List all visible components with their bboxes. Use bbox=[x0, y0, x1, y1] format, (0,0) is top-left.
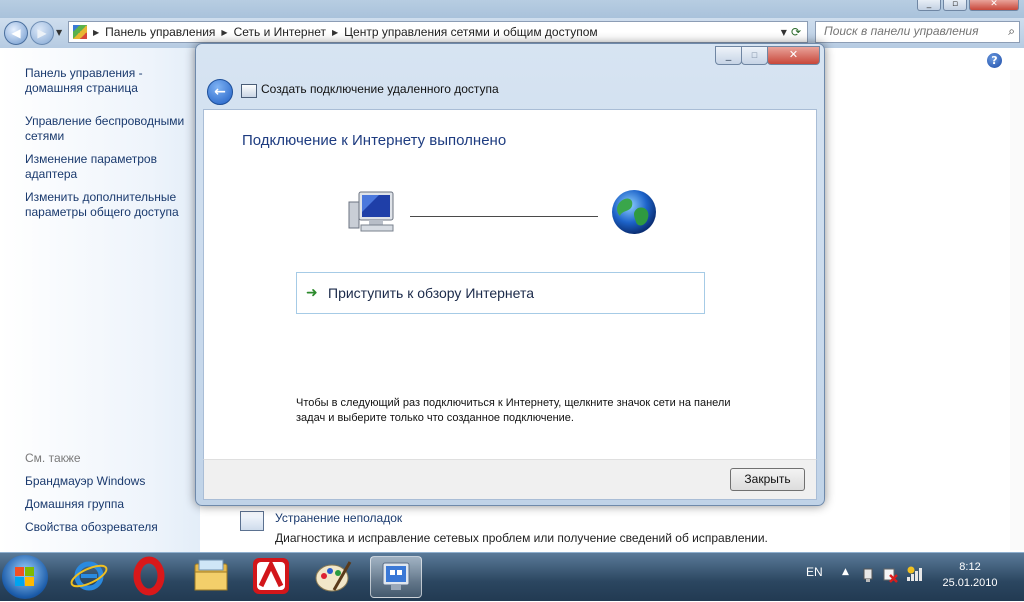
safely-remove-hardware-icon[interactable] bbox=[860, 567, 876, 583]
refresh-icon[interactable]: ⟳ bbox=[791, 25, 801, 39]
globe-icon bbox=[612, 190, 656, 234]
taskbar-explorer[interactable] bbox=[186, 556, 236, 596]
chevron-right-icon[interactable]: ▶ bbox=[93, 28, 99, 37]
close-window-button[interactable]: ✕ bbox=[969, 0, 1019, 11]
avira-icon bbox=[253, 558, 289, 594]
dialog-back-button[interactable]: ← bbox=[207, 79, 233, 105]
sidebar-item-homegroup[interactable]: Домашняя группа bbox=[25, 497, 195, 512]
troubleshoot-icon bbox=[240, 511, 264, 531]
address-dropdown-icon[interactable]: ▼ bbox=[781, 28, 787, 37]
minimize-button[interactable]: _ bbox=[917, 0, 941, 11]
search-input[interactable] bbox=[824, 22, 1004, 40]
taskbar-network-center[interactable] bbox=[370, 556, 422, 598]
network-center-icon bbox=[382, 562, 410, 590]
browse-internet-button[interactable]: ➜ Приступить к обзору Интернета bbox=[296, 272, 705, 314]
forward-button[interactable]: ▶ bbox=[30, 21, 54, 45]
show-hidden-icons-icon[interactable]: ▲ bbox=[842, 567, 849, 577]
connection-line bbox=[410, 216, 598, 217]
system-tray: EN ▲ 8:12 25.01.2010 bbox=[798, 553, 1024, 601]
sidebar-item-control-panel-home[interactable]: Панель управления - домашняя страница bbox=[25, 66, 195, 96]
taskbar-avira[interactable] bbox=[246, 556, 296, 596]
window-titlebar: _ ▫ ✕ bbox=[0, 0, 1024, 18]
clock-time[interactable]: 8:12 bbox=[940, 561, 1000, 573]
search-icon[interactable]: ⌕ bbox=[1008, 24, 1015, 39]
internet-explorer-icon bbox=[70, 561, 108, 591]
control-panel-icon bbox=[73, 25, 87, 39]
explorer-folder-icon bbox=[194, 559, 228, 591]
breadcrumb-network-internet[interactable]: Сеть и Интернет bbox=[234, 25, 326, 39]
taskbar-internet-explorer[interactable] bbox=[64, 556, 114, 596]
dialog-title: Создать подключение удаленного доступа bbox=[261, 82, 499, 96]
browse-internet-label: Приступить к обзору Интернета bbox=[328, 285, 535, 301]
network-signal-icon[interactable] bbox=[906, 566, 924, 582]
search-box: ⌕ bbox=[815, 21, 1020, 43]
sidebar-item-adapter-settings[interactable]: Изменение параметров адаптера bbox=[25, 152, 195, 182]
taskbar-paint[interactable] bbox=[308, 556, 358, 596]
dialog-body: Подключение к Интернету выполнено ➜ Прис… bbox=[203, 109, 817, 461]
back-button[interactable]: ◀ bbox=[4, 21, 28, 45]
address-bar[interactable]: ▶ Панель управления ▶ Сеть и Интернет ▶ … bbox=[68, 21, 808, 43]
chevron-right-icon[interactable]: ▶ bbox=[332, 28, 338, 37]
dialog-close-x-button[interactable]: ✕ bbox=[767, 46, 820, 65]
sidebar-item-sharing-settings[interactable]: Изменить дополнительные параметры общего… bbox=[25, 190, 195, 220]
dialog-minimize-button[interactable]: _ bbox=[715, 46, 742, 65]
start-button[interactable] bbox=[2, 555, 48, 599]
maximize-button[interactable]: ▫ bbox=[943, 0, 967, 11]
breadcrumb-network-center[interactable]: Центр управления сетями и общим доступом bbox=[344, 25, 598, 39]
dialog-info-text: Чтобы в следующий раз подключиться к Инт… bbox=[296, 397, 731, 424]
action-center-icon[interactable] bbox=[882, 567, 898, 583]
taskbar: EN ▲ 8:12 25.01.2010 bbox=[0, 552, 1024, 601]
sidebar-item-wireless-networks[interactable]: Управление беспроводными сетями bbox=[25, 114, 195, 144]
arrow-right-icon: ➜ bbox=[306, 285, 318, 301]
windows-logo-icon bbox=[15, 567, 34, 586]
see-also-heading: См. также bbox=[25, 451, 81, 465]
breadcrumb-control-panel[interactable]: Панель управления bbox=[105, 25, 215, 39]
dialog-window: _ ▫ ✕ ← Создать подключение удаленного д… bbox=[195, 43, 825, 506]
dialog-maximize-button[interactable]: ▫ bbox=[741, 46, 768, 65]
close-button[interactable]: Закрыть bbox=[730, 468, 805, 491]
computer-icon bbox=[348, 191, 394, 232]
scrollbar[interactable] bbox=[1010, 70, 1024, 550]
opera-icon bbox=[133, 556, 165, 596]
help-icon[interactable]: ? bbox=[987, 53, 1002, 68]
troubleshoot-link[interactable]: Устранение неполадок bbox=[275, 511, 402, 525]
troubleshoot-description: Диагностика и исправление сетевых пробле… bbox=[275, 531, 768, 545]
language-indicator[interactable]: EN bbox=[806, 565, 823, 579]
taskbar-opera[interactable] bbox=[124, 556, 174, 596]
recent-pages-icon[interactable]: ▼ bbox=[56, 28, 62, 37]
sidebar-item-firewall[interactable]: Брандмауэр Windows bbox=[25, 474, 195, 489]
clock-date[interactable]: 25.01.2010 bbox=[936, 577, 1004, 589]
dialog-heading: Подключение к Интернету выполнено bbox=[242, 132, 507, 149]
paint-icon bbox=[315, 561, 352, 592]
dialog-footer: Закрыть bbox=[203, 459, 817, 500]
chevron-right-icon[interactable]: ▶ bbox=[221, 28, 227, 37]
sidebar-item-internet-options[interactable]: Свойства обозревателя bbox=[25, 520, 195, 535]
dialup-icon bbox=[241, 84, 257, 98]
